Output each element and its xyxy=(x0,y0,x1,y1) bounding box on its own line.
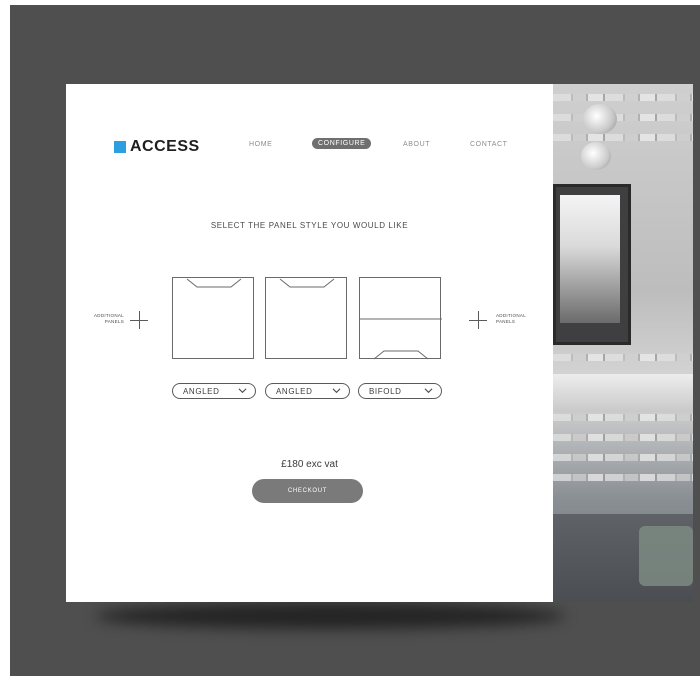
angled-panel-icon xyxy=(279,278,335,288)
additional-panels-right-label: ADDITIONAL PANELS xyxy=(496,313,532,325)
nav-home[interactable]: HOME xyxy=(249,141,272,148)
mirror-reflection xyxy=(560,195,620,323)
additional-label-line2: PANELS xyxy=(104,319,124,324)
tile-texture xyxy=(553,114,693,121)
nav-about[interactable]: ABOUT xyxy=(403,141,430,148)
panel-3-style-select[interactable]: BIFOLD xyxy=(358,383,442,399)
panel-2[interactable] xyxy=(265,277,347,359)
pendant-light-icon xyxy=(583,104,617,134)
logo[interactable]: ACCESS xyxy=(114,138,200,155)
tile-texture xyxy=(553,434,693,441)
chevron-down-icon xyxy=(332,388,341,394)
price-label: £180 exc vat xyxy=(281,459,338,470)
panel-1-style-value: ANGLED xyxy=(183,387,220,396)
card-shadow xyxy=(95,603,565,629)
tile-texture xyxy=(553,354,693,361)
panel-2-style-value: ANGLED xyxy=(276,387,313,396)
logo-text: ACCESS xyxy=(130,138,200,155)
pendant-light-icon xyxy=(581,142,611,170)
angled-panel-icon xyxy=(186,278,242,288)
panel-2-style-select[interactable]: ANGLED xyxy=(265,383,350,399)
panel-1-style-select[interactable]: ANGLED xyxy=(172,383,256,399)
panel-3[interactable] xyxy=(359,277,442,360)
nav-configure[interactable]: CONFIGURE xyxy=(312,138,372,149)
additional-panels-left-label: ADDITIONAL PANELS xyxy=(88,313,124,325)
logo-mark-icon xyxy=(114,141,126,153)
chevron-down-icon xyxy=(238,388,247,394)
nav-contact[interactable]: CONTACT xyxy=(470,141,508,148)
add-panel-left-plus-icon[interactable] xyxy=(130,311,148,329)
tile-texture xyxy=(553,454,693,461)
mirror xyxy=(553,184,631,345)
panel-3-style-value: BIFOLD xyxy=(369,387,402,396)
tile-texture xyxy=(553,414,693,421)
chevron-down-icon xyxy=(424,388,433,394)
bath-mat xyxy=(639,526,693,586)
tile-texture xyxy=(553,474,693,481)
panel-1[interactable] xyxy=(172,277,254,359)
sink-counter xyxy=(553,374,693,412)
bathroom-photo xyxy=(553,84,693,602)
add-panel-right-plus-icon[interactable] xyxy=(469,311,487,329)
checkout-button[interactable]: CHECKOUT xyxy=(252,479,363,503)
configurator-card: ACCESS HOME CONFIGURE ABOUT CONTACT SELE… xyxy=(66,84,553,602)
tile-texture xyxy=(553,94,693,101)
tile-texture xyxy=(553,134,693,141)
additional-label-line2: PANELS xyxy=(496,319,516,324)
bifold-panel-icon xyxy=(360,318,442,360)
panel-style-prompt: SELECT THE PANEL STYLE YOU WOULD LIKE xyxy=(210,221,409,230)
